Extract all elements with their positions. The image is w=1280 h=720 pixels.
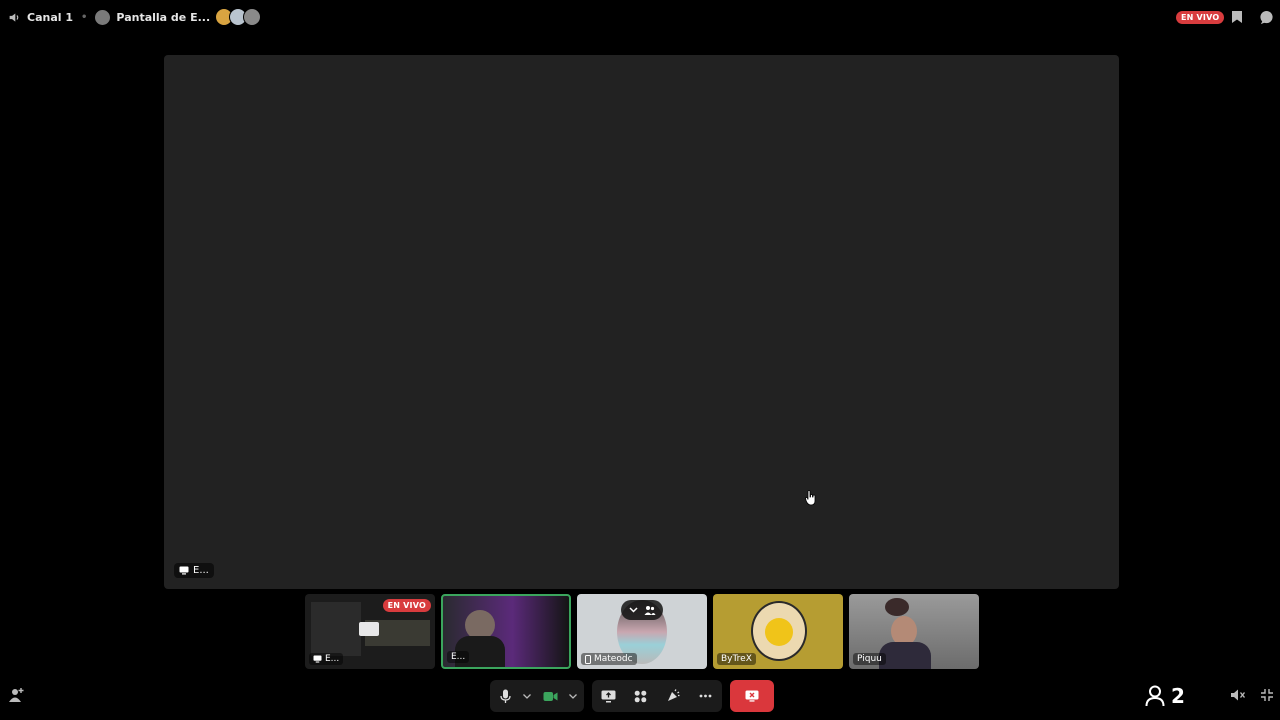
- channel-name[interactable]: Canal 1: [27, 11, 73, 24]
- chevron-down-icon[interactable]: [628, 607, 638, 613]
- viewer-count: 2: [1171, 684, 1185, 708]
- soundboard-button[interactable]: [658, 680, 688, 712]
- chevron-down-icon: [569, 693, 577, 699]
- speaker-icon: [8, 11, 21, 24]
- participant-name: ByTreX: [721, 654, 752, 664]
- microphone-icon: [499, 689, 511, 704]
- disconnect-button[interactable]: [730, 680, 774, 712]
- mobile-icon: [585, 654, 591, 664]
- participant-tile-screenshare[interactable]: EN VIVO E...: [305, 594, 435, 669]
- add-person-icon[interactable]: [8, 687, 24, 703]
- separator: •: [81, 11, 88, 23]
- camera-button[interactable]: [534, 680, 566, 712]
- stream-title[interactable]: Pantalla de E...: [116, 11, 210, 24]
- screen-share-icon: [179, 566, 189, 575]
- tile-hover-actions[interactable]: [621, 600, 663, 620]
- tile-live-badge: EN VIVO: [382, 599, 431, 612]
- media-controls: [490, 680, 584, 712]
- screen-share-icon: [601, 690, 616, 703]
- screen-preview-left: [311, 602, 361, 656]
- screen-share-icon: [313, 655, 322, 663]
- hand-cursor-icon: [805, 490, 817, 506]
- viewer-avatars[interactable]: [215, 8, 262, 26]
- tile-label: Piquu: [853, 653, 886, 665]
- participant-tile-mateodc[interactable]: Mateodc: [577, 594, 707, 669]
- stage-stream-label: E...: [174, 563, 214, 578]
- chat-bubble-icon[interactable]: [1259, 10, 1274, 25]
- bookmark-icon[interactable]: [1231, 10, 1243, 24]
- tile-label: E...: [447, 651, 470, 663]
- activity-controls: [592, 680, 722, 712]
- camera-options-button[interactable]: [566, 680, 580, 712]
- participant-name: E...: [325, 654, 340, 664]
- leave-call-icon: [745, 690, 759, 702]
- top-bar: Canal 1 • Pantalla de E... EN VIVO: [0, 0, 1280, 34]
- share-screen-button[interactable]: [593, 680, 623, 712]
- activities-icon: [634, 690, 647, 703]
- more-options-button[interactable]: [691, 680, 721, 712]
- viewer-counter[interactable]: 2: [1145, 683, 1185, 709]
- channel-header: Canal 1 • Pantalla de E...: [8, 8, 262, 26]
- monitor-icon: [359, 622, 379, 636]
- participant-tile-piquu[interactable]: Piquu: [849, 594, 979, 669]
- participant-body: [879, 642, 931, 669]
- camera-icon: [543, 691, 558, 702]
- participant-tile-bytrex[interactable]: ByTreX: [713, 594, 843, 669]
- participant-tile-speaking[interactable]: E...: [441, 594, 571, 669]
- main-stream-stage[interactable]: [164, 55, 1119, 589]
- mute-icon[interactable]: [1230, 688, 1246, 702]
- tile-label: E...: [309, 653, 344, 665]
- tile-label: ByTreX: [717, 653, 756, 665]
- streamer-avatar: [95, 9, 111, 25]
- avatar-character: [765, 618, 793, 646]
- group-icon[interactable]: [644, 605, 656, 615]
- viewer-avatar: [243, 8, 262, 26]
- chevron-down-icon: [523, 693, 531, 699]
- more-icon: [699, 694, 712, 698]
- participant-name: E...: [451, 652, 466, 662]
- tile-label: Mateodc: [581, 653, 637, 665]
- soundboard-icon: [666, 689, 680, 703]
- background-plush: [885, 598, 909, 616]
- minimize-icon[interactable]: [1260, 688, 1274, 702]
- stage-tag-text: E...: [193, 565, 209, 576]
- person-icon: [1145, 685, 1165, 707]
- mute-mic-button[interactable]: [490, 680, 520, 712]
- live-badge: EN VIVO: [1176, 11, 1225, 24]
- activities-button[interactable]: [626, 680, 656, 712]
- mic-options-button[interactable]: [520, 680, 534, 712]
- participant-name: Piquu: [857, 654, 882, 664]
- participant-name: Mateodc: [594, 654, 633, 664]
